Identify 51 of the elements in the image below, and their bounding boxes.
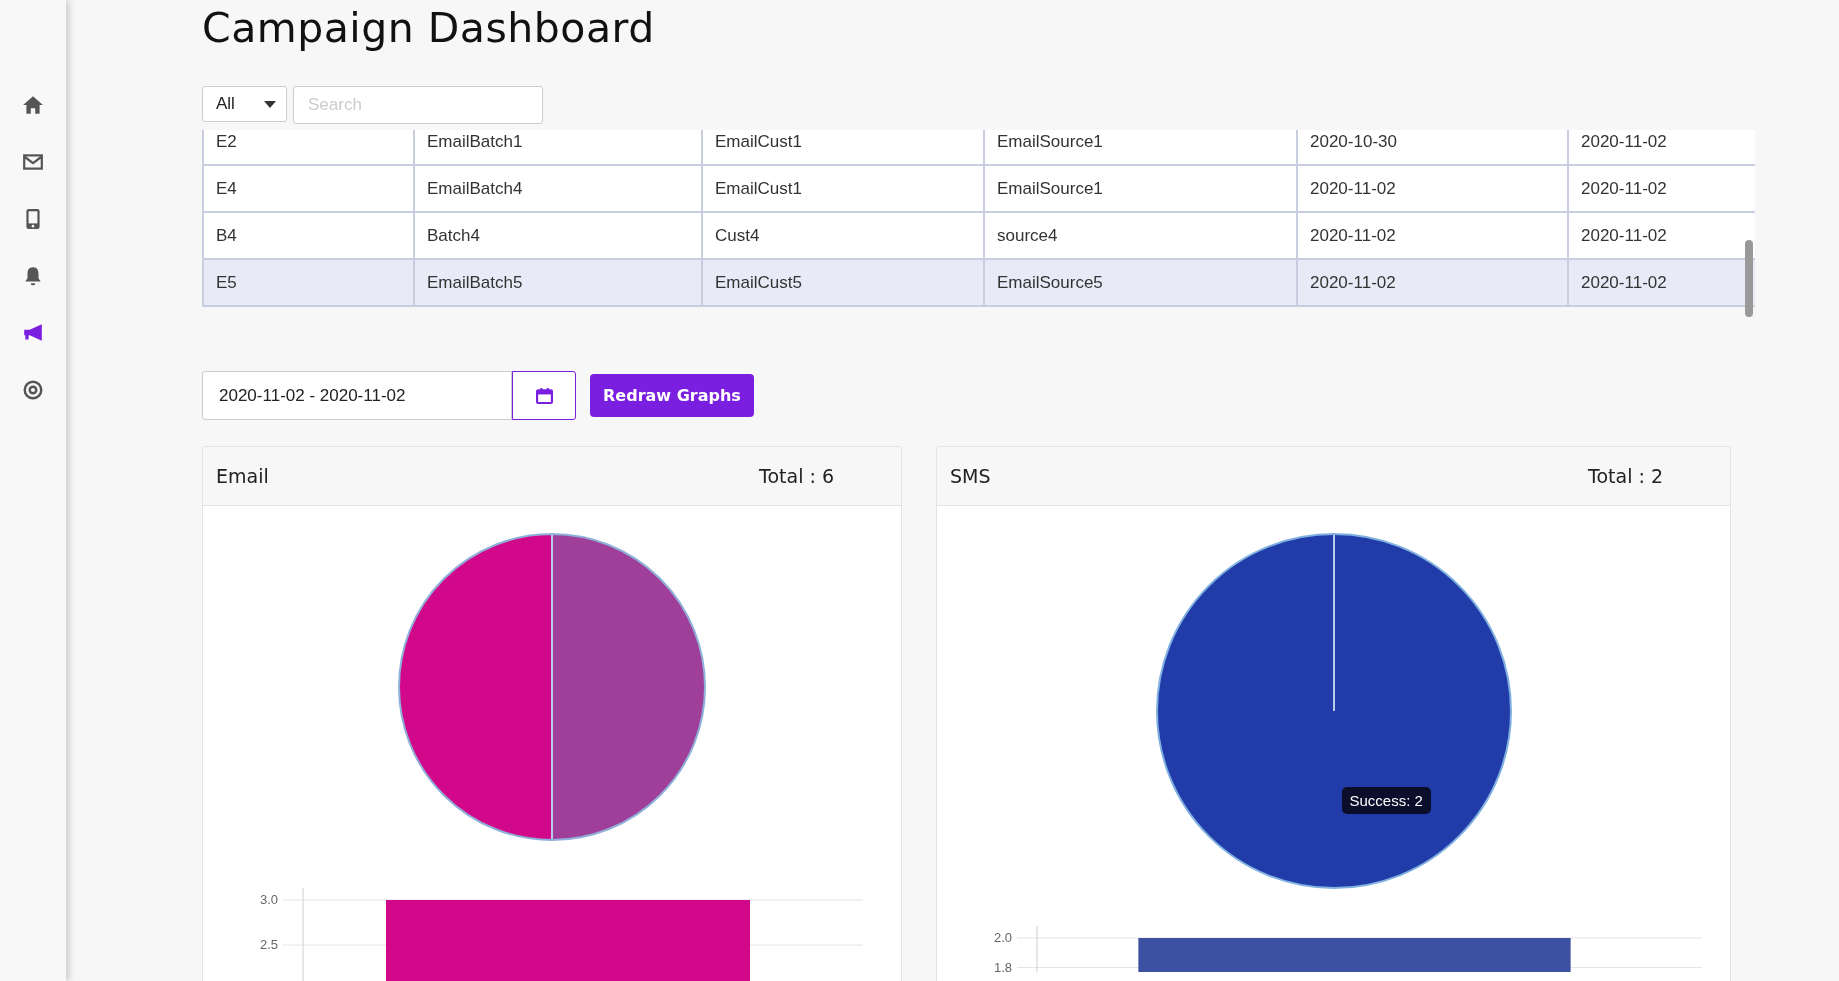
table-cell: EmailBatch1 [427,131,523,151]
table-cell: EmailSource1 [997,178,1103,198]
table-cell: 2020-10-30 [1310,131,1397,151]
table-row[interactable]: E2 EmailBatch1 EmailCust1 EmailSource1 2020-10-30 2020-11-02 [203,130,1755,165]
table-cell: EmailCust5 [715,272,802,292]
table-cell: EmailCust1 [715,131,802,151]
table-cell: E2 [216,131,237,151]
table-row[interactable]: E4 EmailBatch4 EmailCust1 EmailSource1 2020-11-02 2020-11-02 [203,165,1755,212]
date-range-field[interactable]: 2020-11-02 - 2020-11-02 [202,371,512,420]
table-cell: 2020-11-02 [1310,178,1396,198]
table-cell: EmailCust1 [715,178,802,198]
sidebar-item[interactable] [21,378,45,402]
card-title: SMS [950,465,991,487]
axis-tick-label: 1.8 [993,959,1012,972]
filter-dropdown[interactable]: All [202,86,287,122]
table-cell: E4 [216,178,237,198]
calendar-icon [535,387,553,404]
table-cell: Batch4 [427,225,480,245]
table-cell: 2020-11-02 [1581,225,1667,245]
table-cell: 2020-11-02 [1581,131,1667,151]
table-cell: Cust4 [715,225,760,245]
axis-tick-label: 2.5 [259,937,278,953]
home-icon [22,94,44,116]
table-cell: source4 [997,225,1058,245]
table-cell: E5 [216,272,237,292]
target-icon [22,379,44,401]
calendar-button[interactable] [512,371,576,420]
table-cell: EmailBatch5 [427,272,523,292]
table-row[interactable]: B4 Batch4 Cust4 source4 2020-11-02 2020-11-02 [203,212,1755,259]
chart-tooltip: Success: 2 [1341,787,1431,814]
axis-tick-label: 2.0 [993,930,1012,945]
megaphone-icon [22,322,44,344]
card-title: Email [216,465,269,487]
table-row[interactable]: E5 EmailBatch5 EmailCust5 EmailSource5 2020-11-02 2020-11-02 [203,259,1755,306]
page-title: Campaign Dashboard [202,3,656,54]
table-cell: EmailSource5 [997,272,1103,292]
bell-icon [22,265,44,287]
table-cell: 2020-11-02 [1581,272,1667,292]
caret-icon [264,100,276,108]
table-cell: 2020-11-02 [1310,272,1396,292]
table-cell: B4 [216,225,237,245]
redraw-graphs-button[interactable]: Redraw Graphs [590,374,754,417]
axis-tick-label: 3.0 [259,892,278,907]
mail-icon [22,151,44,173]
total-count: Total : 2 [1588,465,1663,487]
table-cell: 2020-11-02 [1581,178,1667,198]
table-cell: EmailBatch4 [427,178,523,198]
scrollbar-thumb[interactable] [1745,240,1753,317]
total-count: Total : 6 [759,465,834,487]
table-cell: EmailSource1 [997,131,1103,151]
table-cell: 2020-11-02 [1310,225,1396,245]
